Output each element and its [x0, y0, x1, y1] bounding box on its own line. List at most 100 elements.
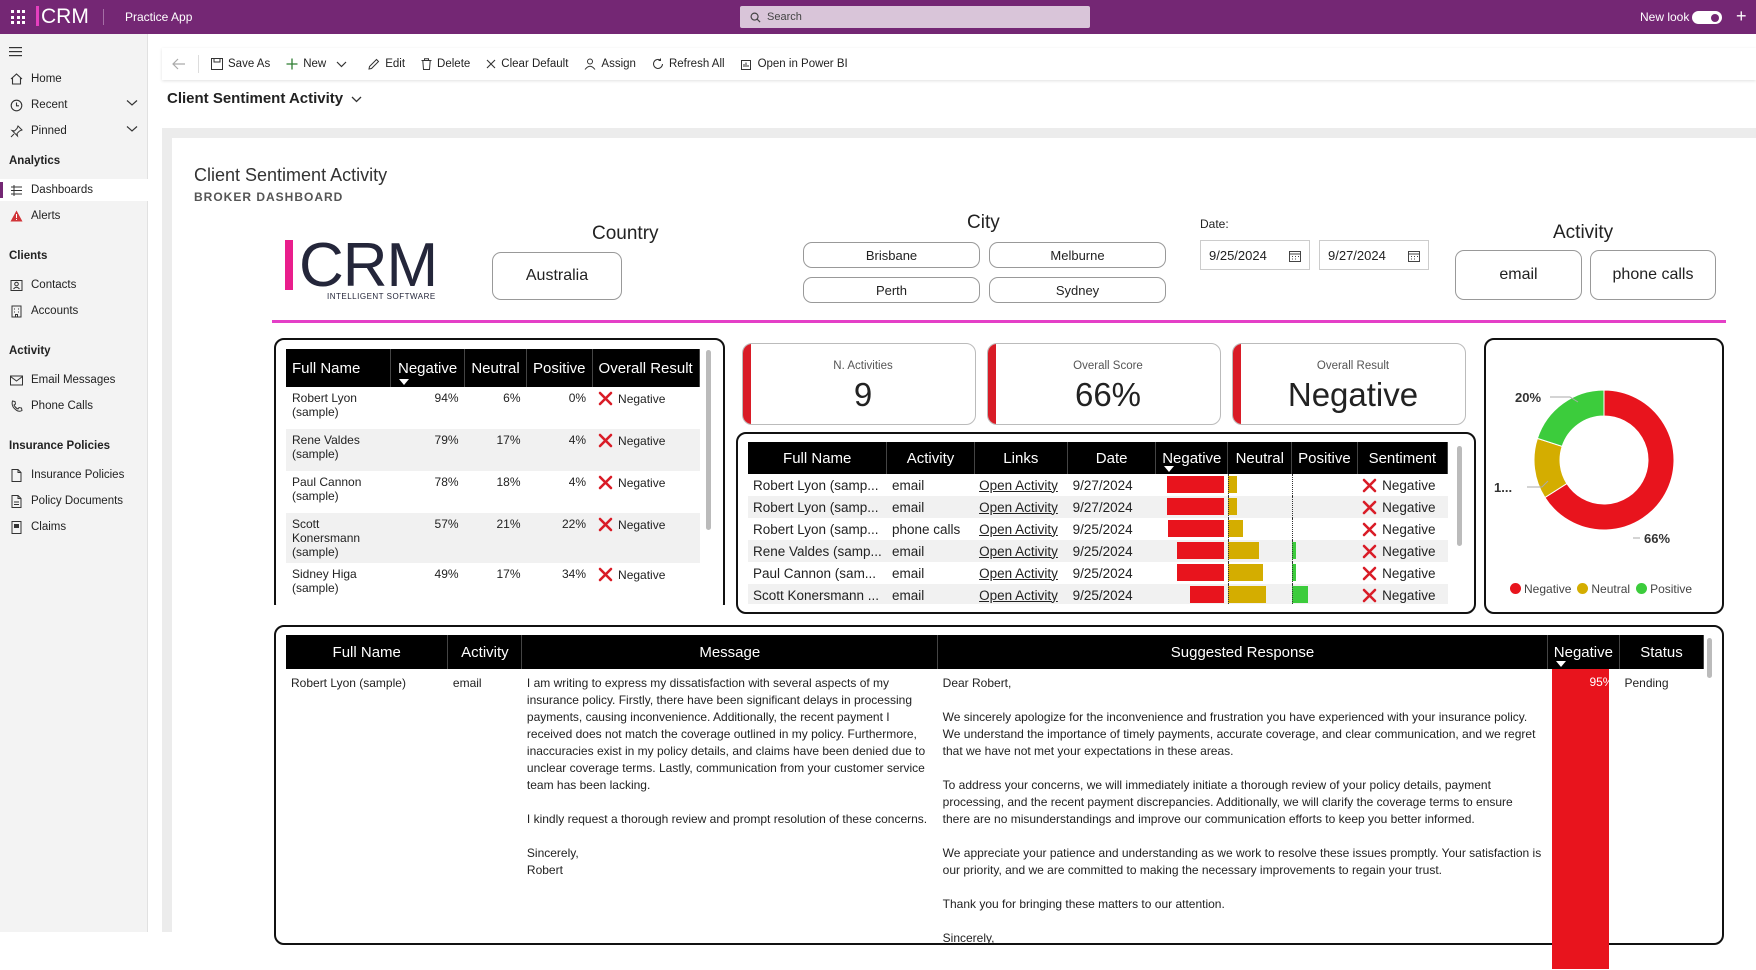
legend-item-negative[interactable]: Negative	[1510, 582, 1571, 596]
app-name[interactable]: Practice App	[125, 10, 192, 24]
column-header[interactable]: Positive	[1291, 442, 1358, 474]
chevron-down-icon[interactable]	[336, 61, 347, 68]
city-option-sydney[interactable]: Sydney	[989, 277, 1166, 303]
column-header[interactable]: Sentiment	[1357, 442, 1448, 474]
column-header[interactable]: Status	[1619, 635, 1705, 669]
close-icon	[486, 59, 496, 69]
table-row[interactable]: Scott Konersmann ... email Open Activity 9/…	[748, 584, 1448, 604]
column-header[interactable]: Full Name	[286, 349, 392, 387]
city-option-melburne[interactable]: Melburne	[989, 242, 1166, 268]
column-header[interactable]: Neutral	[464, 349, 527, 387]
edit-button[interactable]: Edit	[368, 58, 405, 70]
assign-button[interactable]: Assign	[584, 58, 636, 70]
column-header[interactable]: Activity	[447, 635, 523, 669]
table-row[interactable]: Rene Valdes (samp... email Open Activity 9/…	[748, 540, 1448, 562]
activity-table-scrollbar[interactable]	[1457, 446, 1462, 546]
country-option-australia[interactable]: Australia	[492, 252, 622, 300]
clear-default-button[interactable]: Clear Default	[486, 58, 568, 70]
chevron-down-icon[interactable]	[126, 125, 138, 133]
calendar-icon[interactable]	[1289, 250, 1301, 262]
open-activity-link[interactable]: Open Activity	[979, 500, 1058, 515]
open-activity-link[interactable]: Open Activity	[979, 566, 1058, 581]
sidebar-item-phone-calls[interactable]: Phone Calls	[0, 395, 148, 417]
column-header-sorted[interactable]: Negative	[1155, 442, 1229, 474]
brand-logo[interactable]: CRM	[36, 5, 89, 29]
app-launcher-icon[interactable]	[11, 10, 25, 24]
negative-score-label: 95%	[1589, 675, 1614, 689]
city-option-perth[interactable]: Perth	[803, 277, 980, 303]
zero-line	[1227, 474, 1229, 496]
delete-button[interactable]: Delete	[421, 58, 470, 70]
open-in-power-bi-button[interactable]: Open in Power BI	[740, 58, 848, 70]
sidebar-item-policy-documents[interactable]: Policy Documents	[0, 490, 148, 512]
new-look-toggle[interactable]	[1692, 11, 1722, 24]
column-header-sorted[interactable]: Negative	[1547, 635, 1620, 669]
sidebar-item-pinned[interactable]: Pinned	[0, 120, 148, 142]
table-row[interactable]: Robert Lyon (samp... email Open Activity 9/…	[748, 474, 1448, 496]
hamburger-menu-icon[interactable]	[0, 40, 148, 62]
activity-option-email[interactable]: email	[1455, 250, 1582, 300]
chevron-down-icon[interactable]	[126, 99, 138, 107]
section-header-analytics: Analytics	[9, 155, 61, 167]
column-header[interactable]: Neutral	[1227, 442, 1293, 474]
legend-item-positive[interactable]: Positive	[1636, 582, 1692, 596]
table-row[interactable]: Paul Cannon (sample) 78% 18% 4% Negative	[286, 471, 700, 513]
column-header[interactable]: Suggested Response	[937, 635, 1548, 669]
column-header[interactable]: Activity	[886, 442, 975, 474]
new-button[interactable]: New	[286, 58, 352, 70]
table-row[interactable]: Robert Lyon (samp... phone calls Open Acti…	[748, 518, 1448, 540]
plus-icon[interactable]: +	[1736, 6, 1747, 27]
column-header[interactable]: Links	[974, 442, 1069, 474]
page-title[interactable]: Client Sentiment Activity	[167, 90, 362, 107]
legend-item-neutral[interactable]: Neutral	[1577, 582, 1630, 596]
save-as-button[interactable]: Save As	[211, 58, 270, 70]
refresh-all-button[interactable]: Refresh All	[652, 58, 725, 70]
response-paragraph: We appreciate your patience and understa…	[942, 846, 1542, 877]
open-activity-link[interactable]: Open Activity	[979, 588, 1058, 603]
city-option-brisbane[interactable]: Brisbane	[803, 242, 980, 268]
cmd-label: Clear Default	[501, 58, 569, 70]
summary-table-scrollbar[interactable]	[706, 350, 711, 530]
open-activity-link[interactable]: Open Activity	[979, 544, 1058, 559]
column-header[interactable]: Full Name	[748, 442, 888, 474]
sidebar-item-alerts[interactable]: Alerts	[0, 205, 148, 227]
search-input[interactable]: Search	[740, 6, 1090, 28]
sidebar-item-home[interactable]: Home	[0, 68, 148, 90]
column-header[interactable]: Positive	[526, 349, 593, 387]
table-row[interactable]: Sidney Higa (sample) 49% 17% 34% Negative	[286, 563, 700, 605]
column-header[interactable]: Full Name	[286, 635, 449, 669]
sidebar-item-contacts[interactable]: Contacts	[0, 274, 148, 296]
open-activity-link[interactable]: Open Activity	[979, 478, 1058, 493]
sidebar-item-email-messages[interactable]: Email Messages	[0, 369, 148, 391]
date-from-input[interactable]: 9/25/2024	[1200, 240, 1310, 270]
message-table-scrollbar[interactable]	[1707, 638, 1712, 678]
slicer-label: Sydney	[1055, 282, 1100, 298]
back-arrow-icon[interactable]	[172, 58, 186, 70]
column-header-sorted[interactable]: Negative	[390, 349, 466, 387]
column-header[interactable]: Date	[1067, 442, 1157, 474]
sidebar-item-claims[interactable]: Claims	[0, 516, 148, 538]
open-activity-link[interactable]: Open Activity	[979, 522, 1058, 537]
table-row[interactable]: Rene Valdes (sample) 79% 17% 4% Negative	[286, 429, 700, 471]
sidebar-item-recent[interactable]: Recent	[0, 94, 148, 116]
date-to-input[interactable]: 9/27/2024	[1319, 240, 1429, 270]
column-header[interactable]: Message	[521, 635, 939, 669]
sidebar-item-insurance-policies[interactable]: Insurance Policies	[0, 464, 148, 486]
dashboard-icon	[9, 183, 23, 197]
sidebar-item-label: Pinned	[31, 125, 67, 137]
sidebar-item-accounts[interactable]: Accounts	[0, 300, 148, 322]
cell-link: Open Activity	[974, 518, 1068, 540]
cell-positive-bar	[1291, 540, 1358, 562]
chevron-down-icon[interactable]	[351, 96, 362, 103]
table-row[interactable]: Robert Lyon (sample) 94% 6% 0% Negative	[286, 387, 700, 429]
activity-option-phone-calls[interactable]: phone calls	[1590, 250, 1716, 300]
table-row[interactable]: Robert Lyon (samp... email Open Activity 9/…	[748, 496, 1448, 518]
table-row[interactable]: Scott Konersmann (sample) 57% 21% 22% Negati…	[286, 513, 700, 563]
calendar-icon[interactable]	[1408, 250, 1420, 262]
table-row[interactable]: Robert Lyon (sample) email I am writing …	[286, 669, 1704, 970]
column-header[interactable]: Overall Result	[592, 349, 701, 387]
sidebar-item-dashboards[interactable]: Dashboards	[0, 179, 148, 201]
cmd-label: Save As	[228, 58, 271, 70]
activity-table-viewport: Full Name Activity Links Date Negative N…	[748, 442, 1448, 604]
table-row[interactable]: Paul Cannon (sam... email Open Activity 9/2…	[748, 562, 1448, 584]
